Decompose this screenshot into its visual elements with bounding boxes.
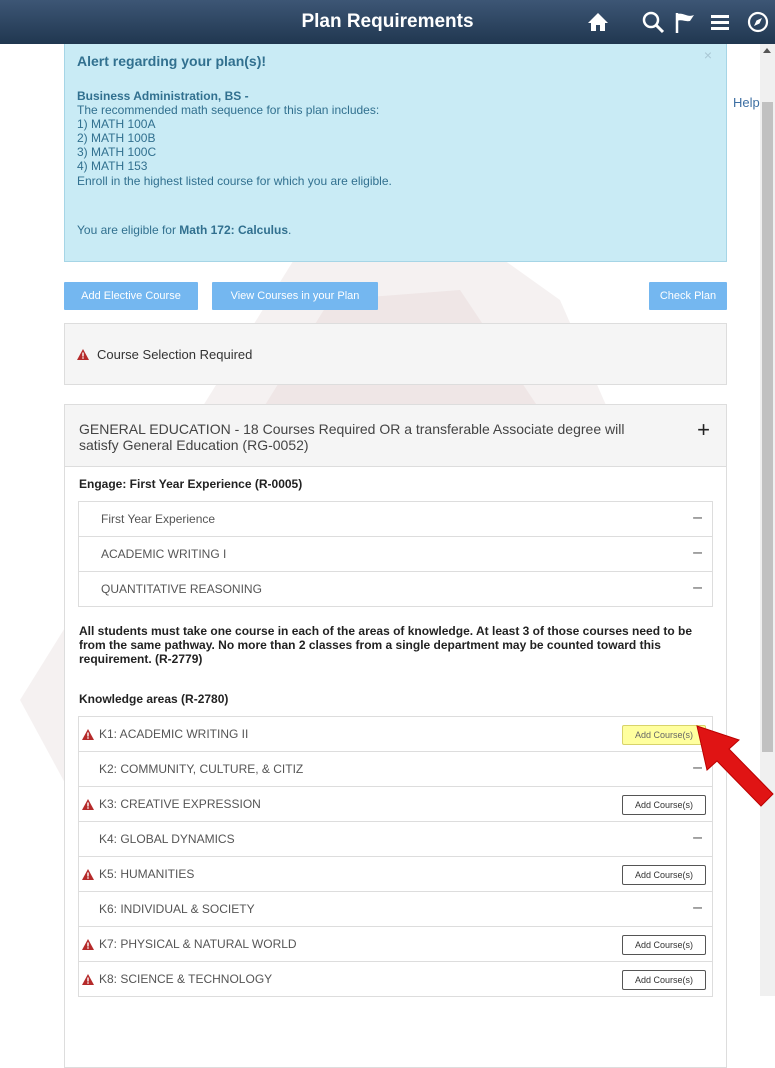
general-education-header[interactable]: GENERAL EDUCATION - 18 Courses Required … <box>64 404 727 467</box>
knowledge-area-label: K6: INDIVIDUAL & SOCIETY <box>99 902 255 916</box>
course-selection-required-text: Course Selection Required <box>97 347 253 362</box>
add-course-button[interactable]: Add Course(s) <box>622 865 706 885</box>
knowledge-area-row[interactable]: K2: COMMUNITY, CULTURE, & CITIZ – <box>78 751 713 787</box>
engage-item-label: QUANTITATIVE REASONING <box>101 582 262 596</box>
alert-heading: Alert regarding your plan(s)! <box>77 53 267 69</box>
warning-icon <box>82 974 94 985</box>
engage-item[interactable]: First Year Experience – <box>78 501 713 537</box>
general-education-title: GENERAL EDUCATION - 18 Courses Required … <box>79 421 625 453</box>
eligibility-prefix: You are eligible for <box>77 223 180 237</box>
warning-icon <box>82 729 94 740</box>
knowledge-area-label: K3: CREATIVE EXPRESSION <box>99 797 261 811</box>
collapse-dash-icon[interactable]: – <box>693 829 702 847</box>
collapse-dash-icon[interactable]: – <box>693 579 702 597</box>
warning-icon <box>77 349 89 360</box>
engage-item-label: First Year Experience <box>101 512 216 526</box>
knowledge-area-label: K4: GLOBAL DYNAMICS <box>99 832 235 846</box>
home-icon[interactable] <box>585 9 611 35</box>
engage-item-label: ACADEMIC WRITING I <box>101 547 227 561</box>
eligibility-suffix: . <box>288 223 292 237</box>
course-selection-required-box: Course Selection Required <box>64 323 727 385</box>
knowledge-area-row[interactable]: K8: SCIENCE & TECHNOLOGY Add Course(s) <box>78 961 713 997</box>
expand-plus-icon[interactable]: + <box>697 417 710 443</box>
alert-line: The recommended math sequence for this p… <box>77 103 380 117</box>
knowledge-requirement-note: All students must take one course in eac… <box>79 624 693 666</box>
alert-plan-name: Business Administration, BS - <box>77 89 249 103</box>
alert-line: 1) MATH 100A <box>77 117 156 131</box>
knowledge-areas-title: Knowledge areas (R-2780) <box>79 692 229 706</box>
knowledge-area-row[interactable]: K3: CREATIVE EXPRESSION Add Course(s) <box>78 786 713 822</box>
alert-eligibility: You are eligible for Math 172: Calculus. <box>77 223 291 237</box>
help-link[interactable]: Help <box>733 95 760 110</box>
collapse-dash-icon[interactable]: – <box>693 544 702 562</box>
scroll-up-arrow-icon[interactable] <box>763 48 771 53</box>
scrollbar[interactable] <box>760 44 775 996</box>
add-course-button[interactable]: Add Course(s) <box>622 970 706 990</box>
alert-line: Enroll in the highest listed course for … <box>77 174 392 188</box>
flag-icon[interactable] <box>672 9 698 35</box>
knowledge-area-row[interactable]: K1: ACADEMIC WRITING II Add Course(s) <box>78 716 713 752</box>
knowledge-area-row[interactable]: K6: INDIVIDUAL & SOCIETY – <box>78 891 713 927</box>
alert-line: 4) MATH 153 <box>77 159 148 173</box>
eligible-course: Math 172: Calculus <box>179 223 288 237</box>
knowledge-area-label: K5: HUMANITIES <box>99 867 195 881</box>
knowledge-area-row[interactable]: K5: HUMANITIES Add Course(s) <box>78 856 713 892</box>
close-icon[interactable]: × <box>704 47 712 63</box>
engage-item[interactable]: QUANTITATIVE REASONING – <box>78 571 713 607</box>
engage-section-title: Engage: First Year Experience (R-0005) <box>79 477 303 491</box>
collapse-dash-icon[interactable]: – <box>693 899 702 917</box>
add-elective-course-button[interactable]: Add Elective Course <box>64 282 198 310</box>
view-courses-button[interactable]: View Courses in your Plan <box>212 282 378 310</box>
knowledge-area-label: K7: PHYSICAL & NATURAL WORLD <box>99 937 297 951</box>
engage-item[interactable]: ACADEMIC WRITING I – <box>78 536 713 572</box>
alert-line: 3) MATH 100C <box>77 145 157 159</box>
knowledge-area-label: K8: SCIENCE & TECHNOLOGY <box>99 972 273 986</box>
knowledge-area-label: K2: COMMUNITY, CULTURE, & CITIZ <box>99 762 304 776</box>
warning-icon <box>82 939 94 950</box>
add-course-button[interactable]: Add Course(s) <box>622 935 706 955</box>
warning-icon <box>82 869 94 880</box>
plan-alert: × Alert regarding your plan(s)! Business… <box>64 36 727 262</box>
compass-icon[interactable] <box>745 9 771 35</box>
knowledge-area-label: K1: ACADEMIC WRITING II <box>99 727 249 741</box>
search-icon[interactable] <box>640 9 666 35</box>
add-course-button[interactable]: Add Course(s) <box>622 795 706 815</box>
knowledge-area-row[interactable]: K4: GLOBAL DYNAMICS – <box>78 821 713 857</box>
collapse-dash-icon[interactable]: – <box>693 509 702 527</box>
check-plan-button[interactable]: Check Plan <box>649 282 727 310</box>
red-annotation-arrow-icon <box>696 725 774 807</box>
alert-line: 2) MATH 100B <box>77 131 156 145</box>
scrollbar-thumb[interactable] <box>762 102 773 752</box>
header-bar: Plan Requirements <box>0 0 775 44</box>
add-course-button[interactable]: Add Course(s) <box>622 725 706 745</box>
knowledge-area-row[interactable]: K7: PHYSICAL & NATURAL WORLD Add Course(… <box>78 926 713 962</box>
warning-icon <box>82 799 94 810</box>
menu-icon[interactable] <box>707 9 733 35</box>
